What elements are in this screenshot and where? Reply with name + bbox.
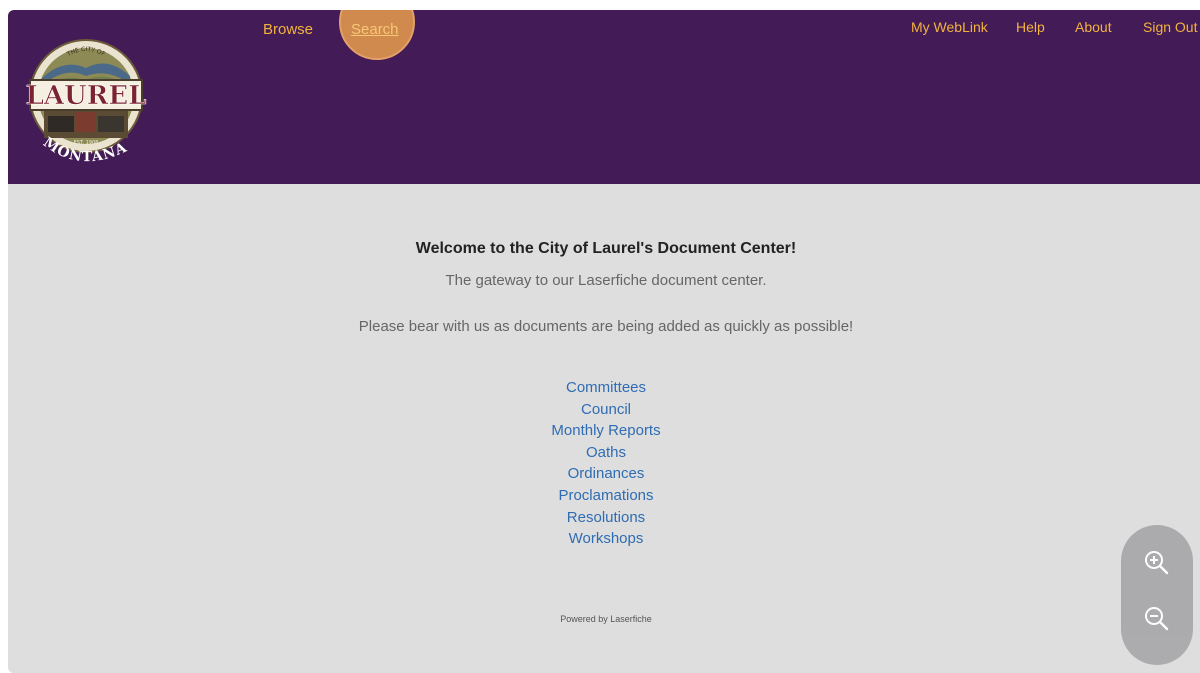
zoom-in-icon[interactable] xyxy=(1143,549,1171,577)
folder-link-monthly-reports[interactable]: Monthly Reports xyxy=(551,422,660,439)
list-item: Committees xyxy=(8,377,1200,399)
site-header: LAUREL THE CITY OF EST. 1908 MONTANA Bro… xyxy=(8,10,1200,184)
gateway-text: The gateway to our Laserfiche document c… xyxy=(445,272,767,289)
sign-out-link[interactable]: Sign Out xyxy=(1143,19,1197,35)
list-item: Workshops xyxy=(8,528,1200,550)
powered-by-text: Powered by Laserfiche xyxy=(560,614,652,624)
logo-text-main: LAUREL xyxy=(26,81,147,111)
folder-link-ordinances[interactable]: Ordinances xyxy=(568,465,645,482)
zoom-out-icon[interactable] xyxy=(1143,605,1171,633)
folder-list: Committees Council Monthly Reports Oaths… xyxy=(8,377,1200,550)
folder-link-council[interactable]: Council xyxy=(581,401,631,418)
welcome-content: Welcome to the City of Laurel's Document… xyxy=(8,184,1200,673)
my-weblink-link[interactable]: My WebLink xyxy=(911,19,988,35)
welcome-heading: Welcome to the City of Laurel's Document… xyxy=(415,240,797,257)
nav-browse-link[interactable]: Browse xyxy=(263,21,313,38)
nav-search-link[interactable]: Search xyxy=(351,21,399,38)
list-item: Oaths xyxy=(8,442,1200,464)
notice-text: Please bear with us as documents are bei… xyxy=(358,318,854,335)
list-item: Proclamations xyxy=(8,485,1200,507)
about-link[interactable]: About xyxy=(1075,19,1112,35)
list-item: Monthly Reports xyxy=(8,420,1200,442)
page-frame: LAUREL THE CITY OF EST. 1908 MONTANA Bro… xyxy=(8,10,1200,673)
list-item: Resolutions xyxy=(8,507,1200,529)
folder-link-workshops[interactable]: Workshops xyxy=(569,530,644,547)
folder-link-oaths[interactable]: Oaths xyxy=(586,444,626,461)
logo-text-est: EST. 1908 xyxy=(74,140,99,146)
folder-link-committees[interactable]: Committees xyxy=(566,379,646,396)
folder-link-resolutions[interactable]: Resolutions xyxy=(567,509,645,526)
list-item: Ordinances xyxy=(8,463,1200,485)
folder-link-proclamations[interactable]: Proclamations xyxy=(558,487,653,504)
city-logo[interactable]: LAUREL THE CITY OF EST. 1908 MONTANA xyxy=(18,20,148,180)
zoom-controls xyxy=(1121,525,1193,665)
help-link[interactable]: Help xyxy=(1016,19,1045,35)
list-item: Council xyxy=(8,399,1200,421)
